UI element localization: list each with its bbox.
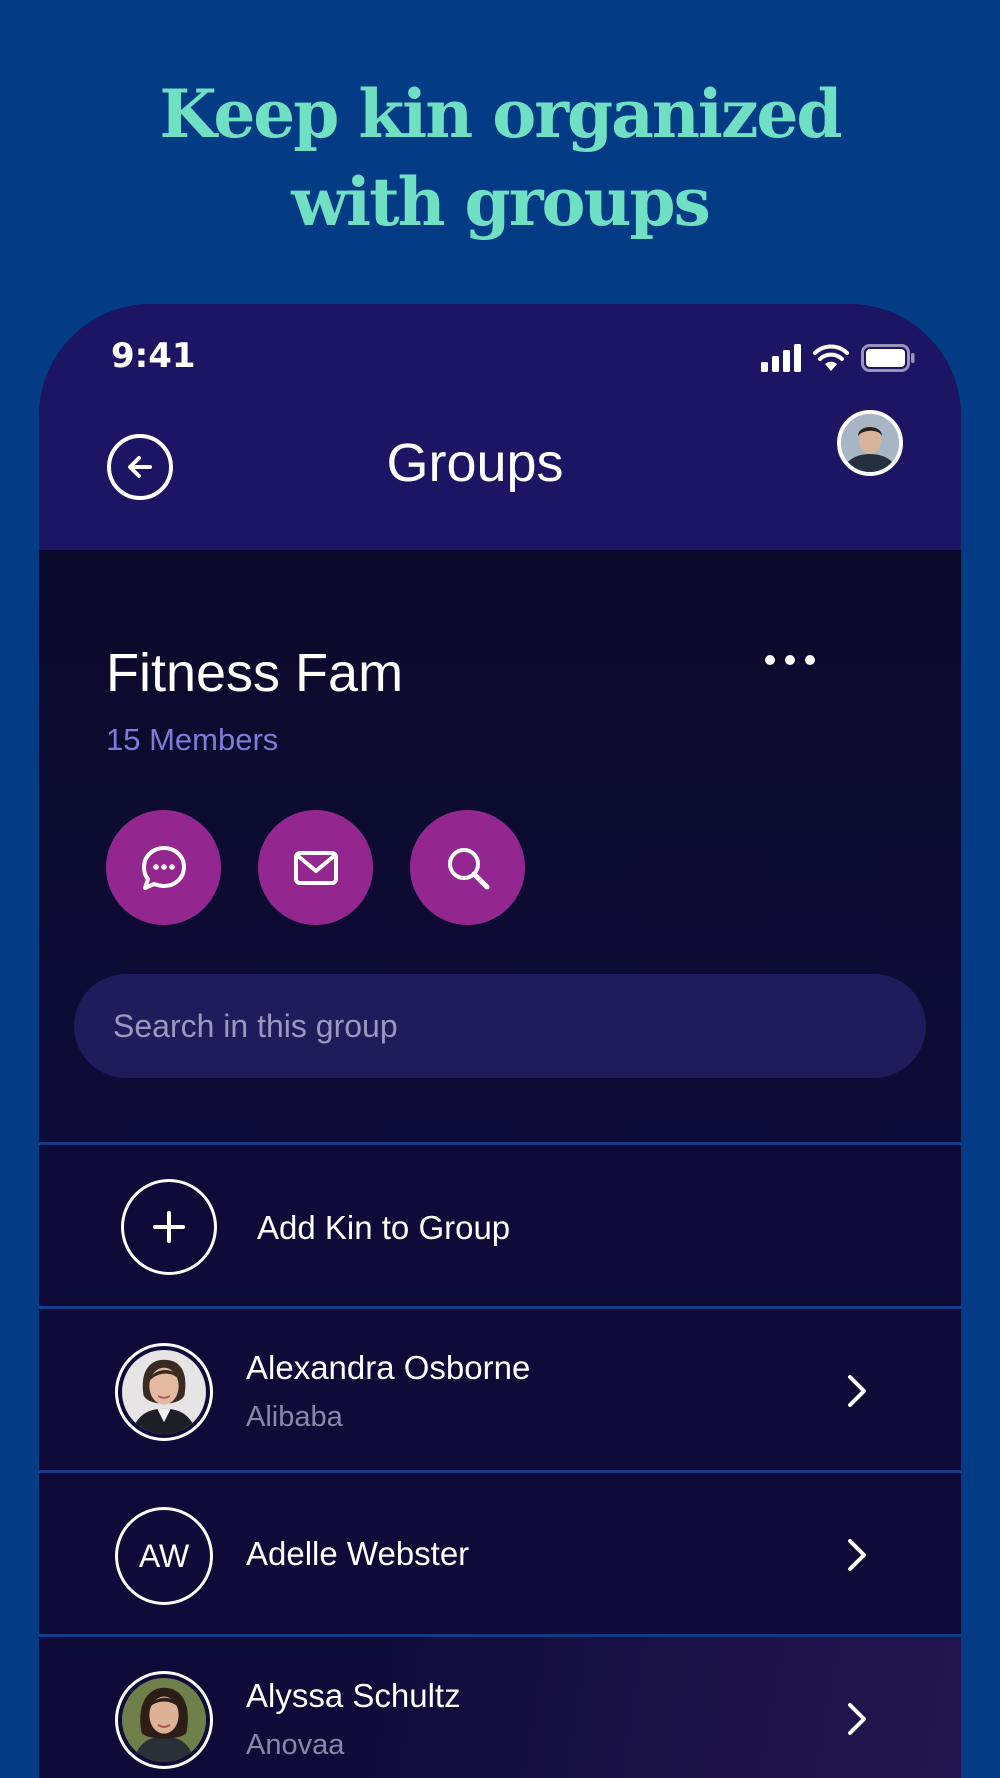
avatar: [115, 1343, 213, 1441]
contact-company: Anovaa: [246, 1729, 345, 1761]
app-header: 9:41 Groups: [39, 304, 961, 550]
wifi-icon: [813, 344, 849, 371]
group-section: Fitness Fam 15 Members: [39, 550, 961, 1146]
promo-headline: Keep kin organized with groups: [0, 70, 1000, 246]
add-kin-row[interactable]: Add Kin to Group: [39, 1142, 961, 1306]
chat-icon: [141, 845, 186, 890]
search-icon: [447, 847, 489, 889]
more-dot: [785, 655, 795, 665]
contact-name: Alexandra Osborne: [246, 1349, 531, 1386]
avatar-photo: [122, 1350, 206, 1434]
profile-avatar[interactable]: [837, 410, 903, 476]
promo-headline-line-2: with groups: [291, 163, 711, 241]
member-list: Add Kin to Group Alexandra Osborne Aliba…: [39, 1142, 961, 1778]
contact-name: Adelle Webster: [246, 1535, 470, 1572]
list-item[interactable]: AW Adelle Webster: [39, 1470, 961, 1634]
avatar: AW: [115, 1507, 213, 1605]
group-search-button[interactable]: [410, 810, 525, 925]
group-search-field[interactable]: [74, 974, 926, 1078]
alexandra-osborne-photo: [122, 1350, 206, 1434]
avatar-initials: AW: [122, 1514, 206, 1598]
avatar: [115, 1671, 213, 1769]
alyssa-schultz-photo: [122, 1678, 206, 1762]
group-search-input[interactable]: [113, 1007, 873, 1045]
more-options-button[interactable]: [765, 650, 815, 670]
group-chat-button[interactable]: [106, 810, 221, 925]
page: Keep kin organized with groups 9:41 Grou…: [0, 0, 1000, 1778]
chevron-right-icon: [848, 1375, 866, 1407]
cellular-signal-icon: [761, 344, 801, 372]
add-kin-label: Add Kin to Group: [257, 1209, 511, 1246]
contact-company: Alibaba: [246, 1401, 343, 1433]
status-time: 9:41: [111, 336, 196, 376]
more-dot: [805, 655, 815, 665]
avatar-photo: [122, 1678, 206, 1762]
member-count: 15 Members: [106, 722, 279, 757]
list-item[interactable]: Alexandra Osborne Alibaba: [39, 1306, 961, 1470]
promo-headline-line-1: Keep kin organized: [159, 75, 842, 153]
group-actions: [106, 810, 525, 925]
chevron-right-icon: [848, 1539, 866, 1571]
group-email-button[interactable]: [258, 810, 373, 925]
battery-icon: [861, 344, 915, 372]
more-dot: [765, 655, 775, 665]
phone-screen: 9:41 Groups Fitness Fam 15 Members Searc…: [39, 304, 961, 1778]
profile-photo: [841, 414, 899, 472]
contact-initials: AW: [138, 1537, 190, 1574]
group-name: Fitness Fam: [106, 643, 404, 703]
contact-name: Alyssa Schultz: [246, 1677, 461, 1714]
list-item[interactable]: Alyssa Schultz Anovaa: [39, 1634, 961, 1778]
add-kin-button[interactable]: [121, 1179, 217, 1275]
mail-icon: [293, 850, 338, 885]
screen-title: Groups: [386, 433, 564, 493]
plus-icon: [153, 1211, 185, 1243]
chevron-right-icon: [848, 1703, 866, 1735]
status-icons: [761, 344, 915, 372]
